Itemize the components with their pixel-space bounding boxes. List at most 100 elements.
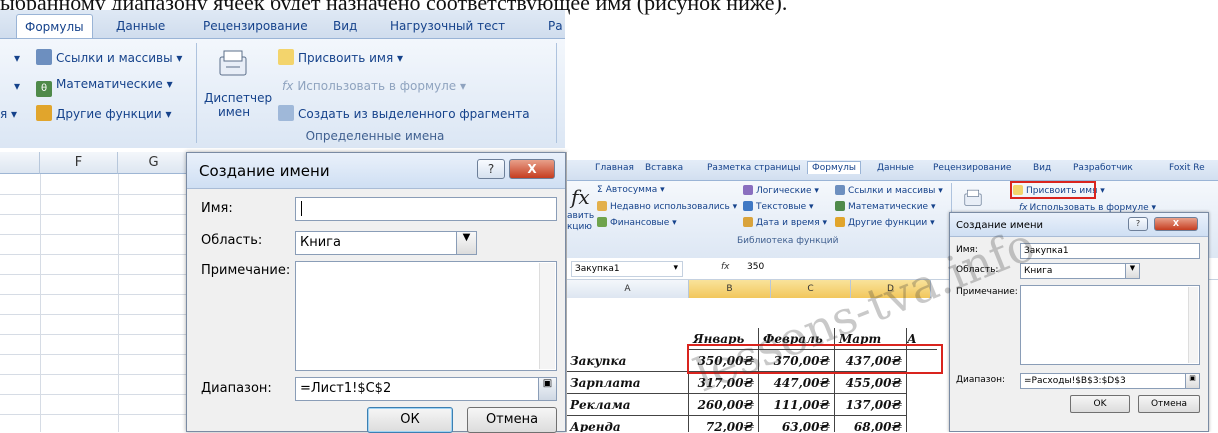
highlight-assign-name <box>1010 181 1096 199</box>
group-divider <box>196 43 197 143</box>
books-icon <box>36 105 52 121</box>
close-button[interactable]: X <box>509 159 555 179</box>
column-header-b[interactable]: B <box>689 280 771 298</box>
create-from-selection-label: Создать из выделенного фрагмента <box>298 107 530 121</box>
range-input[interactable]: =Расходы!$B$3:$D$3 ▣ <box>1020 373 1200 389</box>
table-row-label[interactable]: Зарплата <box>567 372 689 394</box>
left-cut-text: я ▾ <box>0 107 18 121</box>
math-button[interactable]: Математические ▾ <box>835 201 935 212</box>
chevron-down-icon[interactable]: ▼ <box>1125 264 1139 278</box>
collapse-dialog-icon[interactable]: ▣ <box>538 378 556 400</box>
gridline <box>0 294 190 295</box>
math-icon <box>835 201 845 211</box>
books-icon <box>835 217 845 227</box>
refs-arrays-button[interactable]: Ссылки и массивы ▾ <box>36 49 182 65</box>
text-icon <box>743 201 753 211</box>
table-cell[interactable]: 68,00₴ <box>835 416 907 432</box>
cancel-button[interactable]: Отмена <box>1138 395 1200 413</box>
money-icon <box>597 217 607 227</box>
tab-foxit[interactable]: Foxit Re <box>1169 163 1205 173</box>
tab-load-test[interactable]: Нагрузочный тест <box>382 14 513 40</box>
name-box[interactable]: Закупка1 ▾ <box>571 261 683 277</box>
ribbon-tab-bar: Формулы Данные Рецензирование Вид Нагруз… <box>0 10 565 40</box>
table-cell[interactable]: 111,00₴ <box>759 394 835 416</box>
use-in-formula-button[interactable]: fx Использовать в формуле ▾ <box>282 79 466 93</box>
insert-function-button[interactable]: авить кцию <box>567 211 594 233</box>
chevron-down-icon[interactable]: ▼ <box>456 232 476 254</box>
help-button[interactable]: ? <box>1128 217 1148 231</box>
insert-function-label-2: кцию <box>567 222 592 232</box>
other-label: Другие функции <box>848 218 928 228</box>
ok-button[interactable]: OK <box>1070 395 1130 413</box>
other-functions-button[interactable]: Другие функции ▾ <box>36 105 171 121</box>
table-cell[interactable]: 137,00₴ <box>835 394 907 416</box>
logical-button[interactable]: Логические ▾ <box>743 185 819 196</box>
refs-label: Ссылки и массивы <box>848 186 936 196</box>
tab-home[interactable]: Главная <box>595 163 634 173</box>
ok-button[interactable]: ОК <box>367 407 453 433</box>
dialog-titlebar[interactable]: Создание имени ? X <box>187 153 565 189</box>
tab-formulas[interactable]: Формулы <box>16 14 93 40</box>
recent-button[interactable]: Недавно использовались ▾ <box>597 201 737 212</box>
table-row-label[interactable]: Закупка <box>567 350 689 372</box>
autosum-button[interactable]: Σ Автосумма ▾ <box>597 185 665 195</box>
group-label-function-library: Библиотека функций <box>737 236 839 246</box>
column-header-a[interactable]: A <box>567 280 689 298</box>
group-label-defined-names: Определенные имена <box>305 129 445 143</box>
help-button[interactable]: ? <box>477 159 505 179</box>
table-cell[interactable]: 63,00₴ <box>759 416 835 432</box>
comment-textarea[interactable] <box>1020 285 1200 365</box>
cancel-button[interactable]: Отмена <box>467 407 557 433</box>
table-cell[interactable]: 260,00₴ <box>689 394 759 416</box>
column-header-g[interactable]: G <box>118 152 190 174</box>
table-cell[interactable]: 455,00₴ <box>835 372 907 394</box>
tab-review[interactable]: Рецензирование <box>933 163 1011 173</box>
name-manager-icon <box>214 47 254 83</box>
create-from-selection-button[interactable]: Создать из выделенного фрагмента <box>278 105 530 121</box>
tab-page-layout[interactable]: Разметка страницы <box>707 163 801 173</box>
gridline <box>40 174 41 432</box>
comment-textarea[interactable] <box>295 261 557 371</box>
tab-view[interactable]: Вид <box>325 14 365 40</box>
other-functions-button[interactable]: Другие функции ▾ <box>835 217 935 228</box>
math-button[interactable]: θ Математические ▾ <box>36 77 173 97</box>
assign-name-button[interactable]: Присвоить имя ▾ <box>278 49 403 65</box>
tab-developer[interactable]: Разработчик <box>1073 163 1133 173</box>
formula-value[interactable]: 350 <box>747 262 764 272</box>
insert-function-icon[interactable]: fx <box>571 185 590 209</box>
fx-icon[interactable]: fx <box>721 262 730 272</box>
name-manager-label-1: Диспетчер <box>204 91 273 105</box>
name-input[interactable] <box>295 197 557 221</box>
use-in-formula-label: Использовать в формуле <box>297 79 457 93</box>
reference-icon <box>36 49 52 65</box>
name-input[interactable]: Закупка1 <box>1020 243 1200 259</box>
datetime-label: Дата и время <box>756 218 820 228</box>
assign-name-label: Присвоить имя <box>298 51 394 65</box>
collapse-dialog-icon[interactable]: ▣ <box>1185 374 1199 388</box>
text-button[interactable]: Текстовые ▾ <box>743 201 814 212</box>
gridline <box>0 314 190 315</box>
tab-cut[interactable]: Ра <box>540 14 571 40</box>
range-input[interactable]: =Лист1!$C$2 ▣ <box>295 377 557 401</box>
scrollbar[interactable] <box>1188 287 1198 363</box>
tab-insert[interactable]: Вставка <box>645 163 683 173</box>
column-header-f[interactable]: F <box>40 152 118 174</box>
table-cell[interactable]: 72,00₴ <box>689 416 759 432</box>
table-row-label[interactable]: Аренда <box>567 416 689 432</box>
close-button[interactable]: X <box>1154 217 1198 231</box>
tab-view[interactable]: Вид <box>1033 163 1051 173</box>
scrollbar[interactable] <box>539 263 555 369</box>
refs-arrays-button[interactable]: Ссылки и массивы ▾ <box>835 185 943 196</box>
table-row-label[interactable]: Реклама <box>567 394 689 416</box>
name-manager-button[interactable]: Диспетчер имен <box>204 91 273 119</box>
column-header-blank <box>0 152 40 174</box>
range-value: =Расходы!$B$3:$D$3 <box>1024 376 1126 386</box>
scope-select[interactable]: Книга ▼ <box>295 231 477 255</box>
tab-review[interactable]: Рецензирование <box>195 14 316 40</box>
tab-data[interactable]: Данные <box>877 163 914 173</box>
text-cursor <box>301 201 307 216</box>
financial-button[interactable]: Финансовые ▾ <box>597 217 677 228</box>
datetime-button[interactable]: Дата и время ▾ <box>743 217 827 228</box>
tab-formulas[interactable]: Формулы <box>807 161 861 174</box>
tab-data[interactable]: Данные <box>108 14 173 40</box>
